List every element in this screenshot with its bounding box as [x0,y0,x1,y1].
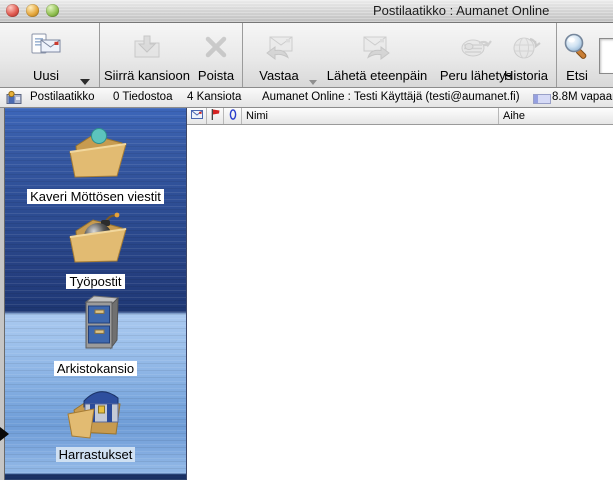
minimize-button[interactable] [26,4,39,17]
sidebar-item-arkistokansio[interactable]: Arkistokansio [5,292,186,376]
history-icon [509,31,543,68]
sidebar-item-label: Kaveri Möttösen viestit [27,189,164,204]
toolbar: Uusi Siirrä kansioon Poista [0,23,613,88]
toolbar-separator [99,23,100,87]
status-file-count: 0 Tiedostoa [113,91,172,103]
column-flag[interactable] [207,108,224,124]
window-title: Postilaatikko : Aumanet Online [373,3,549,18]
history-button[interactable]: Historia [497,23,555,87]
column-attachment[interactable] [224,108,242,124]
search-label: Etsi [566,69,588,87]
forward-label: Lähetä eteenpäin [327,69,427,87]
file-cabinet-icon [60,292,132,361]
move-to-folder-icon [131,31,163,68]
sidebar-item-tyopostit[interactable]: Työpostit [5,207,186,289]
close-button[interactable] [6,4,19,17]
column-name[interactable]: Nimi [242,108,499,124]
delete-icon [200,31,232,68]
treasure-chest-folder-icon [60,376,132,447]
list-header: Nimi Aihe [187,108,613,125]
reply-label: Vastaa [259,69,299,87]
new-message-icon [29,31,63,68]
search-button[interactable]: Etsi [560,23,594,87]
message-list-pane: Nimi Aihe [187,108,613,480]
sidebar-item-harrastukset[interactable]: Harrastukset [5,376,186,462]
flag-icon [211,109,220,123]
person-folder-icon [60,120,132,189]
bomb-folder-icon [60,207,132,274]
titlebar[interactable]: Postilaatikko : Aumanet Online [0,0,613,23]
new-button[interactable]: Uusi [10,23,82,87]
delete-label: Poista [198,69,234,87]
zoom-button[interactable] [46,4,59,17]
sidebar-expand-arrow[interactable] [0,427,9,441]
content-area: Kaveri Möttösen viestit Työpostit [0,108,613,480]
search-icon [561,31,593,68]
cancel-send-icon [459,31,493,68]
status-folder-count: 4 Kansiota [187,91,241,103]
sidebar-item-kaveri[interactable]: Kaveri Möttösen viestit [5,120,186,204]
history-label: Historia [504,69,548,87]
move-to-folder-button[interactable]: Siirrä kansioon [103,23,191,87]
app-window: Postilaatikko : Aumanet Online Uusi [0,0,613,480]
status-bar: Postilaatikko 0 Tiedostoa 4 Kansiota Aum… [0,88,613,108]
mailbox-status-icon [6,90,23,108]
status-account: Aumanet Online : Testi Käyttäjä (testi@a… [262,91,520,103]
toolbar-separator [242,23,243,87]
forward-icon [360,31,394,68]
status-folder-name: Postilaatikko [30,91,95,103]
forward-button[interactable]: Lähetä eteenpäin [325,23,429,87]
folder-sidebar: Kaveri Möttösen viestit Työpostit [5,108,187,480]
reply-dropdown-arrow[interactable] [309,80,317,85]
toolbar-separator [556,23,557,87]
quota-bar [533,94,551,104]
reply-icon [262,31,296,68]
reply-button[interactable]: Vastaa [250,23,308,87]
envelope-icon [191,110,203,122]
sidebar-item-label: Työpostit [66,274,124,289]
status-quota-free: 8.8M vapaana [552,91,613,103]
column-subject-label: Aihe [503,110,525,122]
paperclip-icon [229,109,237,123]
column-subject[interactable]: Aihe [499,108,613,124]
move-to-folder-label: Siirrä kansioon [104,69,190,87]
message-list-body[interactable] [187,125,613,480]
delete-button[interactable]: Poista [193,23,239,87]
sidebar-item-label: Harrastukset [56,447,136,462]
column-read-status[interactable] [187,108,207,124]
new-dropdown-arrow[interactable] [80,79,90,85]
column-name-label: Nimi [246,110,268,122]
search-field-partial[interactable] [599,38,613,74]
sidebar-item-label: Arkistokansio [54,361,137,376]
new-button-label: Uusi [33,69,59,87]
